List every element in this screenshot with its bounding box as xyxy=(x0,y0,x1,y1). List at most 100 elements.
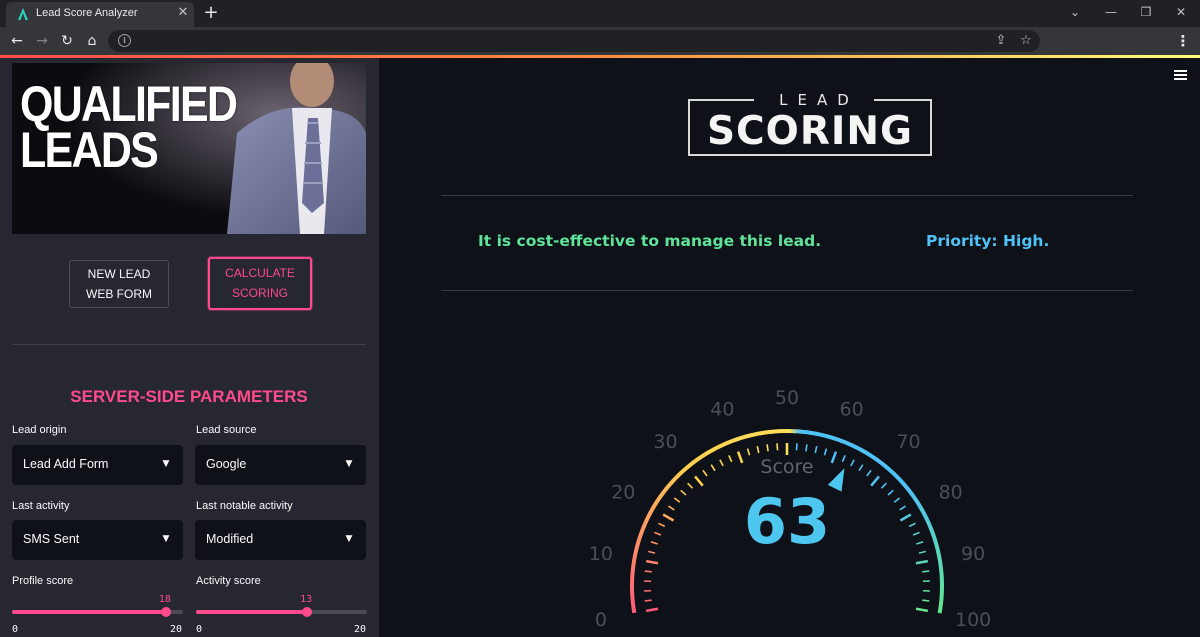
gauge-major-tick xyxy=(662,513,675,522)
hamburger-menu-icon[interactable] xyxy=(1174,70,1188,82)
gauge-arc-segment xyxy=(901,481,908,488)
gauge-arc-segment xyxy=(651,503,657,510)
gauge-major-tick xyxy=(694,475,704,487)
gauge-arc-segment xyxy=(631,563,636,569)
gauge-arc-segment xyxy=(935,549,941,556)
lead-origin-select[interactable]: Lead Add Form ▼ xyxy=(12,445,183,485)
forward-button[interactable]: → xyxy=(33,32,51,50)
gauge-minor-tick xyxy=(719,459,724,467)
gauge-arc-segment xyxy=(878,460,885,467)
bookmark-star-icon[interactable]: ☆ xyxy=(1017,32,1035,50)
gauge-arc-segment xyxy=(661,488,668,495)
calculate-scoring-button[interactable]: CALCULATE SCORING xyxy=(208,257,312,310)
hero-image: QUALIFIED LEADS xyxy=(12,63,366,234)
profile-score-fill xyxy=(12,610,166,614)
share-icon[interactable]: ⇪ xyxy=(992,32,1010,50)
gauge-arc-segment xyxy=(813,431,819,437)
gauge-minor-tick xyxy=(887,489,894,496)
last-notable-activity-value: Modified xyxy=(206,532,254,546)
minimize-button[interactable]: — xyxy=(1101,3,1121,21)
gauge-arc-segment xyxy=(874,457,881,464)
gauge-arc-segment xyxy=(904,485,911,492)
gauge-arc-segment xyxy=(634,545,640,551)
gauge-arc-segment xyxy=(938,603,943,609)
sidebar: QUALIFIED LEADS NEW LEAD WEB FORM CALCUL… xyxy=(0,58,379,637)
browser-menu-icon[interactable]: ⋮ xyxy=(1174,32,1192,50)
gauge-arc-segment xyxy=(817,432,824,438)
browser-tab[interactable]: Lead Score Analyzer ✕ xyxy=(6,2,194,27)
lead-origin-value: Lead Add Form xyxy=(23,457,109,471)
gauge-arc-segment xyxy=(863,450,870,456)
gauge-minor-tick xyxy=(746,448,751,456)
tab-search-icon[interactable]: ⌄ xyxy=(1065,3,1085,21)
gauge-tick-label: 90 xyxy=(961,543,985,565)
priority-label: Priority: High. xyxy=(926,232,1050,250)
profile-score-max: 20 xyxy=(170,624,183,635)
address-bar[interactable]: i ⇪ ☆ xyxy=(108,30,1040,52)
gauge-arc-segment xyxy=(746,433,752,439)
gauge-arc-segment xyxy=(759,430,766,436)
gauge-minor-tick xyxy=(918,550,926,554)
gauge-arc-segment xyxy=(826,434,833,440)
gauge-arc-segment xyxy=(764,430,770,435)
gauge-minor-tick xyxy=(823,448,828,456)
restore-button[interactable]: ❐ xyxy=(1136,3,1156,21)
activity-score-value: 13 xyxy=(300,594,313,605)
gauge-minor-tick xyxy=(916,541,924,545)
gauge-arc-segment xyxy=(682,465,689,472)
gauge-arc-segment xyxy=(925,519,932,526)
gauge-minor-tick xyxy=(922,570,930,573)
home-button[interactable]: ⌂ xyxy=(83,32,101,50)
tab-close-icon[interactable]: ✕ xyxy=(176,5,190,21)
gauge-arc-segment xyxy=(898,478,905,485)
gauge-arc-segment xyxy=(693,457,700,464)
gauge-minor-tick xyxy=(702,469,708,477)
activity-score-thumb[interactable] xyxy=(302,607,313,617)
lead-source-select[interactable]: Google ▼ xyxy=(195,445,366,485)
last-activity-select[interactable]: SMS Sent ▼ xyxy=(12,520,183,560)
new-lead-web-form-button[interactable]: NEW LEAD WEB FORM xyxy=(69,260,169,308)
gauge-arc-segment xyxy=(881,462,889,469)
gauge-minor-tick xyxy=(841,455,846,463)
gauge-arc-segment xyxy=(637,532,644,538)
lead-scoring-logo: LEAD SCORING xyxy=(688,91,932,156)
gauge-tick-label: 40 xyxy=(710,398,734,420)
gauge-minor-tick xyxy=(650,541,658,545)
last-activity-value: SMS Sent xyxy=(23,532,80,546)
profile-score-slider[interactable] xyxy=(12,607,183,617)
gauge-arc-segment xyxy=(909,492,916,499)
gauge-arc-segment xyxy=(919,507,926,514)
close-window-button[interactable]: ✕ xyxy=(1171,3,1191,21)
gauge-arc-segment xyxy=(859,447,866,454)
gauge-arc-segment xyxy=(631,603,636,609)
back-button[interactable]: ← xyxy=(8,32,26,50)
gauge-arc-segment xyxy=(729,438,735,444)
activity-score-slider[interactable] xyxy=(196,607,367,617)
gauge-major-tick xyxy=(915,559,929,565)
gauge-arc-segment xyxy=(914,499,921,506)
gauge-arc-segment xyxy=(679,468,686,475)
gauge-major-tick xyxy=(870,475,880,487)
gauge-arc-segment xyxy=(932,536,938,543)
gauge-minor-tick xyxy=(680,489,687,496)
site-info-icon[interactable]: i xyxy=(118,34,131,47)
gauge-arc-segment xyxy=(937,558,943,565)
new-tab-button[interactable]: + xyxy=(202,3,220,23)
gauge-arc-segment xyxy=(666,481,673,488)
gauge-minor-tick xyxy=(687,482,694,489)
bottom-divider xyxy=(441,290,1133,291)
gauge-arc-segment xyxy=(804,430,810,435)
gauge-arc-segment xyxy=(653,499,660,506)
gauge-arc-segment xyxy=(847,441,854,448)
gauge-minor-tick xyxy=(756,445,760,454)
top-divider xyxy=(441,195,1133,196)
gauge-arc-segment xyxy=(646,511,653,518)
gauge-arc-segment xyxy=(830,435,837,441)
profile-score-thumb[interactable] xyxy=(160,607,171,617)
gauge-major-tick xyxy=(899,513,912,522)
gauge-arc-segment xyxy=(641,523,647,530)
last-notable-activity-select[interactable]: Modified ▼ xyxy=(195,520,366,560)
gauge-arc-segment xyxy=(888,468,895,475)
logo-main-text: SCORING xyxy=(706,109,914,154)
reload-button[interactable]: ↻ xyxy=(58,32,76,50)
